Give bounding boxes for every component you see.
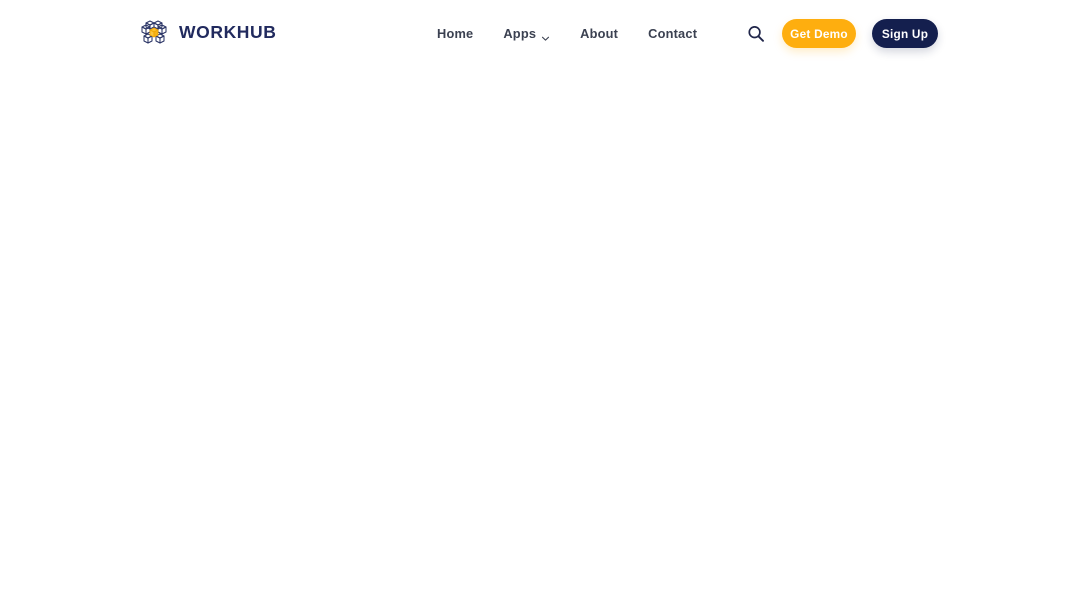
nav-item-home[interactable]: Home xyxy=(437,25,473,42)
brand-name: WORKHUB xyxy=(179,22,277,43)
sign-up-button[interactable]: Sign Up xyxy=(872,19,938,48)
nav-item-about[interactable]: About xyxy=(580,25,618,42)
site-header: WORKHUB Home Apps About Contact Get Demo… xyxy=(0,0,1080,67)
brand-logo-link[interactable]: WORKHUB xyxy=(138,17,277,49)
get-demo-button[interactable]: Get Demo xyxy=(782,19,856,48)
nav-item-about-label: About xyxy=(580,26,619,41)
cube-logo-icon xyxy=(138,17,170,49)
nav-item-apps-label: Apps xyxy=(503,26,537,41)
nav-item-apps[interactable]: Apps xyxy=(503,25,550,42)
nav-item-contact[interactable]: Contact xyxy=(648,25,697,42)
search-icon[interactable] xyxy=(746,24,766,44)
nav-item-contact-label: Contact xyxy=(648,26,698,41)
page-body xyxy=(0,67,1080,608)
main-navigation: Home Apps About Contact xyxy=(437,25,697,42)
chevron-down-icon xyxy=(541,30,550,41)
page-root: WORKHUB Home Apps About Contact Get Demo… xyxy=(0,0,1080,608)
header-actions: Get Demo Sign Up xyxy=(746,19,938,48)
nav-item-home-label: Home xyxy=(437,26,474,41)
